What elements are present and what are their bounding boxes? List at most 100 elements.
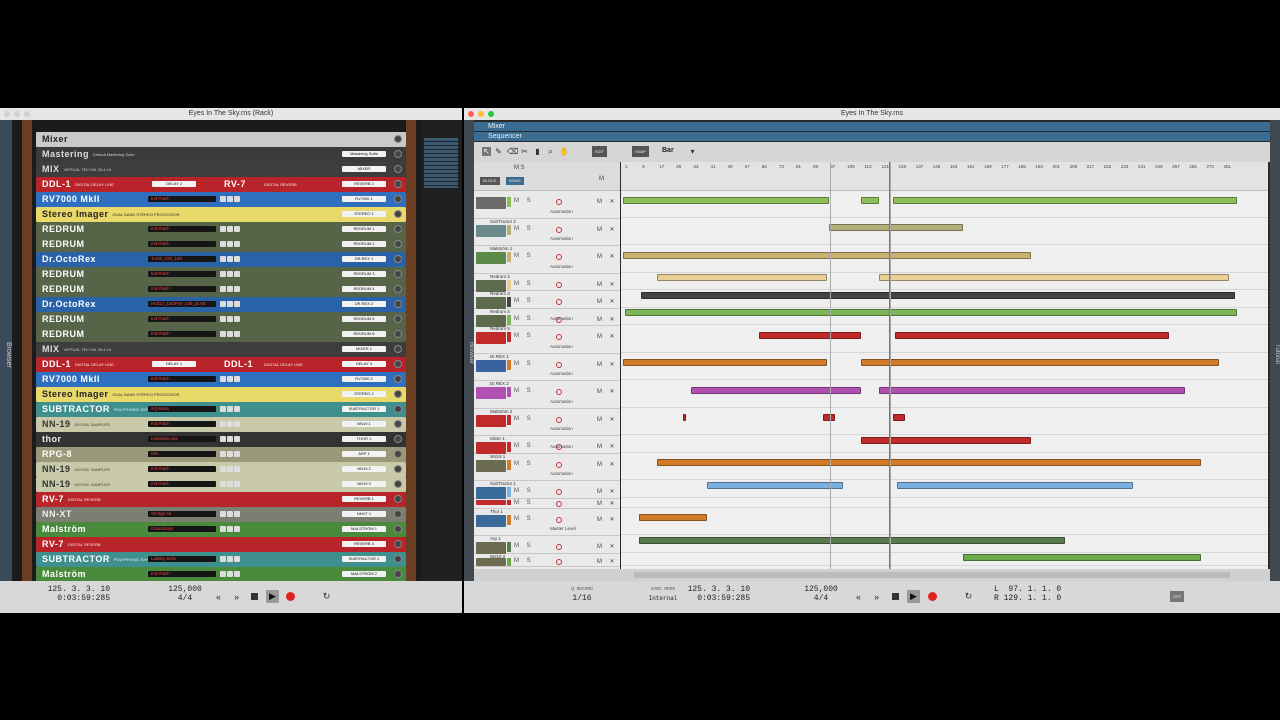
rack-device[interactable]: DDL-1 DIGITAL DELAY LINE DDL-1 DIGITAL DELA… [36,357,406,372]
record-enable-icon[interactable] [556,199,562,205]
patch-button-icon[interactable] [234,286,240,293]
note-clip[interactable] [823,414,835,422]
track-lane[interactable] [621,435,1268,453]
device-thumbnail-icon[interactable] [476,359,506,372]
patch-button-icon[interactable] [220,196,226,203]
patch-button-icon[interactable] [220,571,226,578]
device-thumbnail-icon[interactable] [476,542,506,554]
patch-button-icon[interactable] [220,556,226,563]
patch-button-icon[interactable] [227,421,233,428]
snap-dropdown-icon[interactable]: ▾ [688,147,697,156]
track-row[interactable]: Arp 1 M S M ✕ [474,536,620,554]
patch-name-display[interactable]: Strings All [148,511,216,518]
device-thumbnail-icon[interactable] [476,514,506,527]
rack-device[interactable]: MIX VIRTUAL TEC MX 28-4-14 MIXER [36,162,406,177]
seq-tempo-display[interactable]: 125,000 4/4 [796,585,846,603]
loop-button[interactable]: ↻ [320,590,333,603]
mute-solo-buttons[interactable]: M S [514,298,534,304]
patch-button-icon[interactable] [220,526,226,533]
track-lane[interactable] [621,353,1268,380]
lane-mute-delete-buttons[interactable]: M ✕ [597,388,618,395]
patch-name-display[interactable]: Init Patch [148,421,216,428]
track-lane[interactable] [621,535,1268,553]
rack-device[interactable]: RV-7 DIGITAL REVERB REVERB 3 [36,537,406,552]
patch-name-display[interactable]: Init Patch [148,331,216,338]
volume-knob-icon[interactable] [394,300,402,309]
track-lane[interactable] [621,380,1268,408]
device-thumbnail-icon[interactable] [476,387,506,399]
patch-browse-buttons[interactable] [220,466,240,473]
track-lane[interactable] [621,498,1268,508]
patch-button-icon[interactable] [227,331,233,338]
note-clip[interactable] [963,553,1201,561]
record-enable-icon[interactable] [556,361,562,368]
pencil-tool-icon[interactable]: ✎ [494,147,503,156]
patch-button-icon[interactable] [234,256,240,263]
lane-mute-delete-buttons[interactable]: M ✕ [597,443,618,450]
note-clip[interactable] [829,224,963,232]
mute-solo-buttons[interactable]: M S [514,443,534,449]
patch-browse-buttons[interactable] [220,526,240,533]
patch-button-icon[interactable] [220,271,226,278]
rack-navigator-thumb[interactable] [424,138,458,188]
rack-device[interactable]: REDRUM Init Patch REDRUM 4 [36,282,406,297]
lane-mute-delete-buttons[interactable]: M ✕ [597,500,618,507]
patch-button-icon[interactable] [220,316,226,323]
lane-mute-delete-buttons[interactable]: M ✕ [597,488,618,495]
patch-browse-buttons[interactable] [220,436,240,443]
note-clip[interactable] [623,359,827,367]
zoom-icon[interactable] [488,111,494,117]
patch-browse-buttons[interactable] [220,556,240,563]
patch-button-icon[interactable] [234,376,240,383]
note-clip[interactable] [879,386,1185,394]
click-off-button[interactable]: OFF [1170,591,1184,602]
patch-button-icon[interactable] [227,481,233,488]
record-enable-icon[interactable] [556,254,562,260]
lane-mute-delete-buttons[interactable]: M ✕ [597,198,618,205]
rack-device[interactable]: MIX VIRTUAL TEC MX 28-4-14 MIXER 1 [36,342,406,357]
patch-browse-buttons[interactable] [220,421,240,428]
patch-browse-buttons[interactable] [220,301,240,308]
record-button[interactable] [284,590,297,603]
patch-button-icon[interactable] [227,571,233,578]
patch-button-icon[interactable] [220,451,226,458]
patch-button-icon[interactable] [220,436,226,443]
device-thumbnail-icon[interactable] [476,459,506,472]
rewind-button[interactable]: « [852,590,865,603]
patch-browse-buttons[interactable] [220,271,240,278]
rack-position-display[interactable]: 125. 3. 3. 10 0:03:59:285 [40,585,110,603]
device-thumbnail-icon[interactable] [476,414,506,427]
rack-device[interactable]: Dr.OctoRex Tomb_02b_120 DR.REX 1 [36,252,406,267]
volume-knob-icon[interactable] [394,345,402,354]
note-clip[interactable] [759,331,861,339]
track-lane[interactable] [621,325,1268,353]
patch-button-icon[interactable] [220,241,226,248]
device-thumbnail-icon[interactable] [476,279,506,292]
note-clip[interactable] [625,309,1237,317]
track-row[interactable]: Mixer 1 M S M ✕ Automation [474,436,620,454]
note-clip[interactable] [691,386,861,394]
record-button[interactable] [926,590,939,603]
mute-solo-buttons[interactable]: M S [514,500,534,506]
rack-browser-tab[interactable]: Browser [0,120,12,581]
track-lane[interactable] [621,408,1268,435]
patch-browse-buttons[interactable] [220,331,240,338]
sequencer-bar[interactable]: Sequencer [474,132,1270,141]
mute-solo-buttons[interactable]: M S [514,543,534,549]
patch-button-icon[interactable] [220,331,226,338]
seq-position-display[interactable]: 125. 3. 3. 10 0:03:59:285 [686,585,750,603]
patch-button-icon[interactable] [220,406,226,413]
patch-button-icon[interactable] [220,256,226,263]
patch-button-icon[interactable] [234,331,240,338]
note-clip[interactable] [897,481,1133,489]
patch-button-icon[interactable] [220,421,226,428]
patch-name-display[interactable]: Init Patch [148,466,216,473]
record-enable-icon[interactable] [556,500,562,507]
patch-button-icon[interactable] [234,241,240,248]
patch-button-icon[interactable] [234,451,240,458]
volume-knob-icon[interactable] [394,405,402,414]
patch-button-icon[interactable] [220,226,226,233]
rack-navigator[interactable] [422,120,462,581]
track-row[interactable]: Malström 2M S M ✕ Automation [474,409,620,436]
volume-knob-icon[interactable] [394,330,402,339]
